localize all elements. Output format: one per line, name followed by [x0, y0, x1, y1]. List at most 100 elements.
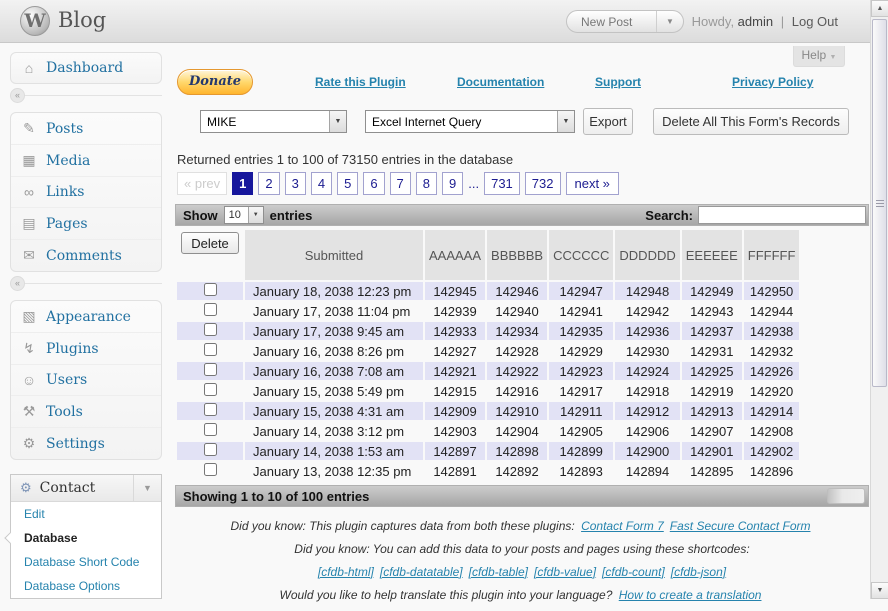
delete-all-records-button[interactable]: Delete All This Form's Records: [653, 108, 849, 135]
sidebar-item-links[interactable]: ∞Links: [11, 176, 161, 207]
shortcode-link-0[interactable]: [cfdb-html]: [318, 565, 374, 579]
row-checkbox[interactable]: [204, 343, 217, 356]
contact-submenu-item-edit[interactable]: Edit: [11, 502, 161, 526]
value-cell: 142949: [682, 282, 742, 300]
row-checkbox-cell: [177, 442, 243, 460]
search-input[interactable]: [698, 206, 866, 224]
footer-plugin-link-0[interactable]: Contact Form 7: [581, 519, 664, 533]
scrollbar-thumb[interactable]: [872, 19, 887, 387]
sidebar-item-label: Comments: [46, 248, 122, 264]
privacy-policy-link[interactable]: Privacy Policy: [732, 75, 813, 89]
table-row: January 14, 2038 3:12 pm1429031429041429…: [177, 422, 799, 440]
pagination-page-731[interactable]: 731: [484, 172, 520, 195]
pagination-page-5[interactable]: 5: [337, 172, 358, 195]
pagination-page-4[interactable]: 4: [311, 172, 332, 195]
row-checkbox[interactable]: [204, 443, 217, 456]
row-checkbox[interactable]: [204, 423, 217, 436]
column-header-aaaaaa[interactable]: AAAAAA: [425, 230, 485, 280]
sidebar-item-plugins[interactable]: ↯Plugins: [11, 332, 161, 364]
column-header-eeeeee[interactable]: EEEEEE: [682, 230, 742, 280]
scroll-up-arrow-icon[interactable]: ▲: [871, 0, 888, 17]
gear-icon: ⚙: [20, 480, 32, 496]
contact-submenu-item-database-options[interactable]: Database Options: [11, 574, 161, 598]
new-post-button[interactable]: New Post ▼: [566, 10, 684, 33]
row-checkbox-cell: [177, 382, 243, 400]
pagination-next-button[interactable]: next »: [566, 172, 619, 195]
value-cell: 142932: [744, 342, 800, 360]
sidebar-item-media[interactable]: ▦Media: [11, 144, 161, 176]
sidebar-item-label: Tools: [46, 404, 83, 420]
footer-plugin-link-1[interactable]: Fast Secure Contact Form: [670, 519, 811, 533]
submenu-item-label: Database Short Code: [24, 555, 139, 569]
scroll-down-arrow-icon[interactable]: ▼: [871, 582, 888, 599]
horizontal-scrollbar-thumb[interactable]: [827, 488, 865, 504]
value-cell: 142930: [615, 342, 679, 360]
translation-link[interactable]: How to create a translation: [619, 588, 762, 602]
sidebar-item-dashboard[interactable]: ⌂Dashboard: [11, 53, 161, 83]
shortcode-link-5[interactable]: [cfdb-json]: [671, 565, 726, 579]
footer-line-3-text: Would you like to help translate this pl…: [280, 588, 613, 602]
sidebar-item-comments[interactable]: ✉Comments: [11, 239, 161, 271]
vertical-scrollbar[interactable]: ▲ ▼: [870, 0, 888, 599]
shortcode-link-2[interactable]: [cfdb-table]: [469, 565, 528, 579]
help-button[interactable]: Help ▼: [793, 46, 845, 67]
page-length-select[interactable]: 10 ▼: [224, 206, 264, 224]
row-checkbox[interactable]: [204, 363, 217, 376]
chevron-down-icon[interactable]: ▼: [656, 11, 683, 32]
value-cell: 142921: [425, 362, 485, 380]
export-format-select[interactable]: Excel Internet Query ▼: [365, 110, 575, 133]
pagination-page-6[interactable]: 6: [363, 172, 384, 195]
contact-submenu-item-database-short-code[interactable]: Database Short Code: [11, 550, 161, 574]
submitted-cell: January 17, 2038 11:04 pm: [245, 302, 423, 320]
sidebar-item-contact[interactable]: ⚙ Contact ▼: [11, 475, 161, 502]
chevron-down-icon[interactable]: ▼: [133, 475, 161, 502]
contact-submenu-item-database[interactable]: Database: [11, 526, 161, 550]
delete-button[interactable]: Delete: [181, 232, 239, 254]
column-header-bbbbbb[interactable]: BBBBBB: [487, 230, 547, 280]
site-title[interactable]: Blog: [58, 8, 106, 32]
sidebar-item-tools[interactable]: ⚒Tools: [11, 395, 161, 427]
row-checkbox[interactable]: [204, 463, 217, 476]
shortcode-link-3[interactable]: [cfdb-value]: [534, 565, 596, 579]
chevron-down-icon: ▼: [248, 207, 263, 223]
column-header-cccccc[interactable]: CCCCCC: [549, 230, 613, 280]
entries-label: entries: [270, 208, 313, 223]
sidebar-item-posts[interactable]: ✎Posts: [11, 113, 161, 144]
shortcode-link-1[interactable]: [cfdb-datatable]: [380, 565, 463, 579]
value-cell: 142934: [487, 322, 547, 340]
pin-icon: ✎: [21, 120, 37, 137]
column-header-submitted[interactable]: Submitted: [245, 230, 423, 280]
sidebar-item-users[interactable]: ☺Users: [11, 364, 161, 395]
pagination-page-1[interactable]: 1: [232, 172, 253, 195]
sidebar-item-pages[interactable]: ▤Pages: [11, 207, 161, 239]
sidebar-item-settings[interactable]: ⚙Settings: [11, 427, 161, 459]
pagination-page-3[interactable]: 3: [285, 172, 306, 195]
form-select[interactable]: MIKE ▼: [200, 110, 347, 133]
logout-link[interactable]: Log Out: [792, 14, 838, 29]
username-link[interactable]: admin: [738, 14, 773, 29]
shortcode-link-4[interactable]: [cfdb-count]: [602, 565, 665, 579]
row-checkbox[interactable]: [204, 283, 217, 296]
pagination-page-732[interactable]: 732: [525, 172, 561, 195]
export-button[interactable]: Export: [583, 108, 633, 135]
column-header-ffffff[interactable]: FFFFFF: [744, 230, 800, 280]
pagination-page-2[interactable]: 2: [258, 172, 279, 195]
collapse-menu-icon[interactable]: «: [10, 88, 25, 103]
row-checkbox[interactable]: [204, 403, 217, 416]
pagination-page-8[interactable]: 8: [416, 172, 437, 195]
support-link[interactable]: Support: [595, 75, 641, 89]
value-cell: 142950: [744, 282, 800, 300]
rate-plugin-link[interactable]: Rate this Plugin: [315, 75, 406, 89]
submitted-cell: January 15, 2038 5:49 pm: [245, 382, 423, 400]
documentation-link[interactable]: Documentation: [457, 75, 544, 89]
value-cell: 142938: [744, 322, 800, 340]
donate-button[interactable]: Donate: [177, 69, 253, 95]
pagination-page-9[interactable]: 9: [442, 172, 463, 195]
pagination-page-7[interactable]: 7: [390, 172, 411, 195]
column-header-dddddd[interactable]: DDDDDD: [615, 230, 679, 280]
row-checkbox[interactable]: [204, 323, 217, 336]
row-checkbox[interactable]: [204, 383, 217, 396]
sidebar-item-appearance[interactable]: ▧Appearance: [11, 301, 161, 332]
row-checkbox[interactable]: [204, 303, 217, 316]
collapse-menu-icon[interactable]: «: [10, 276, 25, 291]
